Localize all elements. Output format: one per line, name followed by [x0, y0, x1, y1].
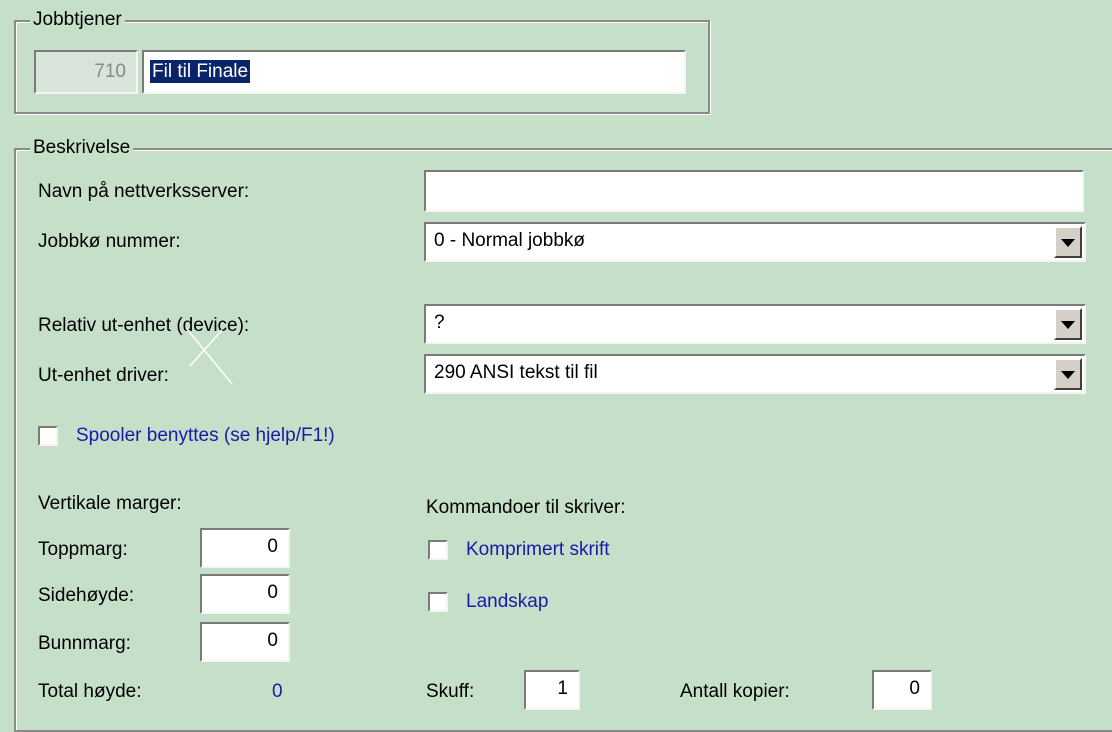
- driver-dropdown-icon[interactable]: [1054, 358, 1082, 390]
- queue-dropdown-icon[interactable]: [1054, 226, 1082, 258]
- copies-input[interactable]: 0: [872, 670, 932, 710]
- tray-input[interactable]: 1: [524, 670, 580, 710]
- driver-label: Ut-enhet driver:: [38, 365, 169, 386]
- spooler-label[interactable]: Spooler benyttes (se hjelp/F1!): [76, 424, 335, 448]
- server-label: Navn på nettverksserver:: [38, 181, 250, 202]
- jobbtjener-legend: Jobbtjener: [30, 9, 125, 31]
- top-margin-input[interactable]: 0: [200, 528, 290, 568]
- queue-value: 0 - Normal jobbkø: [434, 230, 585, 251]
- job-number-field[interactable]: 710: [34, 50, 138, 94]
- tray-value: 1: [557, 678, 568, 699]
- job-name-input[interactable]: Fil til Finale: [142, 50, 686, 94]
- landscape-checkbox[interactable]: [428, 592, 448, 612]
- total-height-label: Total høyde:: [38, 681, 142, 702]
- queue-label: Jobbkø nummer:: [38, 231, 181, 252]
- margins-title: Vertikale marger:: [38, 493, 182, 514]
- compressed-font-checkbox[interactable]: [428, 540, 448, 560]
- mouse-cursor-icon: [185, 327, 233, 385]
- copies-value: 0: [909, 678, 920, 699]
- printer-commands-title: Kommandoer til skriver:: [426, 497, 626, 518]
- job-name-selected-text: Fil til Finale: [150, 60, 251, 83]
- page-height-input[interactable]: 0: [200, 574, 290, 614]
- bottom-margin-input[interactable]: 0: [200, 622, 290, 662]
- spooler-checkbox[interactable]: [38, 426, 58, 446]
- top-margin-value: 0: [267, 536, 278, 557]
- total-height-value: 0: [272, 681, 283, 702]
- tray-label: Skuff:: [426, 681, 475, 702]
- beskrivelse-legend: Beskrivelse: [30, 137, 134, 159]
- bottom-margin-value: 0: [267, 630, 278, 651]
- server-input[interactable]: [424, 170, 1084, 212]
- landscape-label[interactable]: Landskap: [466, 590, 548, 614]
- device-value: ?: [434, 312, 445, 333]
- driver-select[interactable]: 290 ANSI tekst til fil: [424, 354, 1086, 394]
- page-height-value: 0: [267, 582, 278, 603]
- page-height-label: Sidehøyde:: [38, 585, 135, 606]
- queue-select[interactable]: 0 - Normal jobbkø: [424, 222, 1086, 262]
- top-margin-label: Toppmarg:: [38, 539, 128, 560]
- driver-value: 290 ANSI tekst til fil: [434, 362, 598, 383]
- device-dropdown-icon[interactable]: [1054, 308, 1082, 340]
- bottom-margin-label: Bunnmarg:: [38, 633, 131, 654]
- compressed-font-label[interactable]: Komprimert skrift: [466, 538, 610, 562]
- device-select[interactable]: ?: [424, 304, 1086, 344]
- job-number-value: 710: [94, 61, 126, 82]
- copies-label: Antall kopier:: [680, 681, 790, 702]
